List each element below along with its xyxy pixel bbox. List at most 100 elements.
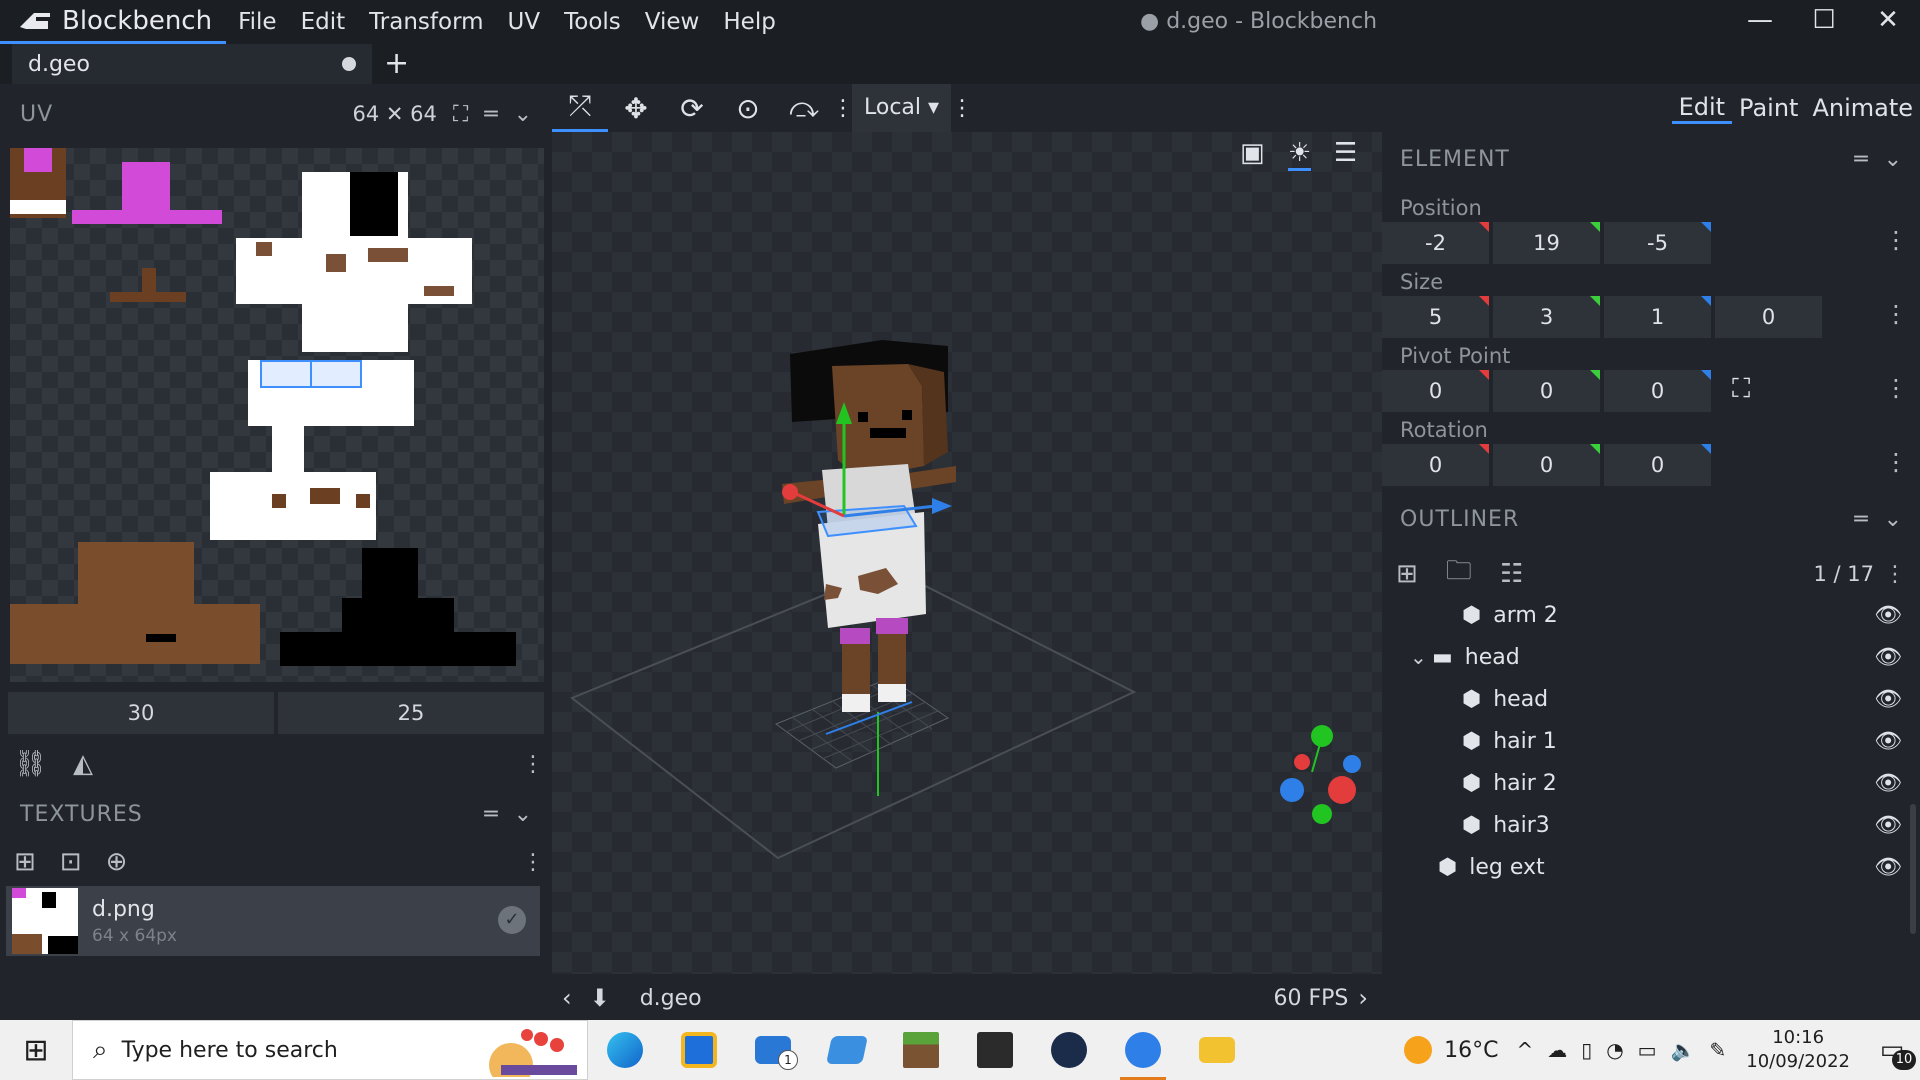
outliner-group[interactable]: ⌄ ▬ head 👁 — [1382, 636, 1920, 678]
link-icon[interactable]: ⛓ — [14, 749, 47, 779]
chevron-down-icon[interactable]: ⌄ — [1884, 147, 1902, 172]
more-options-icon[interactable]: ⋮ — [1884, 300, 1908, 328]
unsaved-dot-icon[interactable] — [342, 57, 356, 71]
taskbar-blockbench[interactable] — [1106, 1020, 1180, 1080]
onedrive-icon[interactable]: ☁ — [1547, 1038, 1567, 1062]
menu-view[interactable]: View — [633, 9, 712, 35]
chevron-down-icon[interactable]: ⌄ — [1410, 645, 1432, 669]
add-cube-icon[interactable]: ⊞ — [1396, 559, 1418, 589]
outliner-item[interactable]: ⬢ hair 1 👁 — [1382, 720, 1920, 762]
volume-icon[interactable]: 🔈 — [1671, 1038, 1696, 1062]
texture-grid-icon[interactable]: ⊕ — [106, 847, 128, 877]
mode-paint[interactable]: Paint — [1732, 94, 1805, 122]
brand[interactable]: Blockbench — [0, 0, 227, 44]
visibility-eye-icon[interactable]: 👁 — [1874, 645, 1902, 670]
panel-menu-icon[interactable]: ═ — [484, 102, 497, 127]
chevron-left-icon[interactable]: ‹ — [562, 984, 572, 1012]
panel-menu-icon[interactable]: ═ — [484, 802, 497, 827]
more-options-icon[interactable]: ⋮ — [522, 850, 544, 875]
visibility-eye-icon[interactable]: 👁 — [1874, 855, 1902, 880]
outliner-item[interactable]: ⬢ head 👁 — [1382, 678, 1920, 720]
windows-start-icon[interactable]: ⊞ — [0, 1020, 72, 1080]
more-options-icon[interactable]: ⋮ — [522, 752, 544, 777]
fullscreen-icon[interactable]: ⛶ — [453, 102, 468, 127]
taskbar-edge[interactable] — [588, 1020, 662, 1080]
move-pivot-tool-icon[interactable]: ⤱ — [552, 84, 608, 132]
menu-file[interactable]: File — [226, 9, 289, 35]
more-options-icon[interactable]: ⋮ — [1884, 448, 1908, 476]
transform-space-select[interactable]: Local ▾ — [852, 84, 952, 132]
more-options-icon[interactable]: ⋮ — [951, 96, 973, 121]
new-tab-button[interactable]: + — [384, 46, 409, 81]
panel-menu-icon[interactable]: ═ — [1854, 507, 1867, 532]
taskbar-store[interactable] — [662, 1020, 736, 1080]
chevron-down-icon[interactable]: ⌄ — [1884, 507, 1902, 532]
wifi-icon[interactable]: ◔ — [1606, 1038, 1623, 1062]
rotate-tool-icon[interactable]: ⟳ — [664, 92, 720, 125]
size-z-input[interactable]: 1 — [1604, 296, 1711, 338]
chevron-right-icon[interactable]: › — [1358, 984, 1368, 1012]
panel-menu-icon[interactable]: ═ — [1854, 147, 1867, 172]
more-options-icon[interactable]: ⋮ — [1884, 374, 1908, 402]
menu-transform[interactable]: Transform — [357, 9, 495, 35]
pivot-tool-icon[interactable]: ⊙ — [720, 92, 776, 125]
outliner-item[interactable]: ⬢ hair3 👁 — [1382, 804, 1920, 846]
import-texture-icon[interactable]: ⊡ — [60, 847, 82, 877]
position-y-input[interactable]: 19 — [1493, 222, 1600, 264]
collapse-all-icon[interactable]: ☷ — [1500, 559, 1523, 589]
visibility-eye-icon[interactable]: 👁 — [1874, 729, 1902, 754]
minimize-icon[interactable]: — — [1728, 0, 1792, 44]
maximize-icon[interactable]: ☐ — [1792, 0, 1856, 44]
menu-tools[interactable]: Tools — [552, 9, 633, 35]
chevron-down-icon[interactable]: ⌄ — [514, 102, 532, 127]
visibility-eye-icon[interactable]: 👁 — [1874, 813, 1902, 838]
more-options-icon[interactable]: ⋮ — [832, 96, 854, 121]
center-pivot-icon[interactable]: ⛶ — [1732, 374, 1750, 405]
outliner-item[interactable]: ⬢ leg ext 👁 — [1382, 846, 1920, 888]
visibility-eye-icon[interactable]: 👁 — [1874, 687, 1902, 712]
mirror-icon[interactable]: ◭ — [73, 749, 93, 779]
move-tool-icon[interactable]: ✥ — [608, 92, 664, 125]
taskbar-roblox[interactable] — [810, 1020, 884, 1080]
inflate-input[interactable]: 0 — [1715, 296, 1822, 338]
3d-viewport[interactable]: ▣ ☀ ☰ — [552, 132, 1382, 974]
taskbar-search[interactable]: ⌕ Type here to search — [72, 1020, 588, 1080]
add-texture-icon[interactable]: ⊞ — [14, 847, 36, 877]
rotation-x-input[interactable]: 0 — [1382, 444, 1489, 486]
chevron-down-icon[interactable]: ⌄ — [514, 802, 532, 827]
mode-edit[interactable]: Edit — [1671, 93, 1733, 124]
device-icon[interactable]: ▯ — [1581, 1038, 1592, 1062]
taskbar-steam[interactable] — [1032, 1020, 1106, 1080]
menu-help[interactable]: Help — [711, 9, 787, 35]
uv-selected-face-2[interactable] — [310, 360, 362, 388]
size-x-input[interactable]: 5 — [1382, 296, 1489, 338]
notification-icon[interactable]: ▭ 10 — [1872, 1030, 1916, 1070]
pivot-y-input[interactable]: 0 — [1493, 370, 1600, 412]
uv-size-label[interactable]: 64 ✕ 64 — [353, 102, 437, 126]
battery-icon[interactable]: ▭ — [1638, 1038, 1657, 1062]
pen-icon[interactable]: ✎ — [1709, 1038, 1726, 1062]
pivot-z-input[interactable]: 0 — [1604, 370, 1711, 412]
outliner-scrollbar[interactable] — [1910, 804, 1916, 934]
taskbar-file-explorer[interactable] — [1180, 1020, 1254, 1080]
rotation-z-input[interactable]: 0 — [1604, 444, 1711, 486]
taskbar-clock[interactable]: 10:16 10/09/2022 — [1746, 1026, 1850, 1074]
position-z-input[interactable]: -5 — [1604, 222, 1711, 264]
pivot-x-input[interactable]: 0 — [1382, 370, 1489, 412]
texture-item[interactable]: d.png 64 x 64px ✓ — [6, 886, 540, 956]
size-y-input[interactable]: 3 — [1493, 296, 1600, 338]
add-group-icon[interactable]: 🗀 — [1446, 552, 1472, 596]
weather-temperature[interactable]: 16°C — [1444, 1038, 1498, 1063]
menu-edit[interactable]: Edit — [289, 9, 358, 35]
check-icon[interactable]: ✓ — [498, 906, 526, 934]
visibility-eye-icon[interactable]: 👁 — [1874, 771, 1902, 796]
taskbar-mail[interactable]: 1 — [736, 1020, 810, 1080]
taskbar-minecraft[interactable] — [884, 1020, 958, 1080]
chevron-up-icon[interactable]: ^ — [1516, 1038, 1533, 1062]
mode-animate[interactable]: Animate — [1805, 94, 1920, 122]
uv-y-field[interactable]: 25 — [278, 692, 544, 734]
menu-uv[interactable]: UV — [496, 9, 553, 35]
visibility-eye-icon[interactable]: 👁 — [1874, 603, 1902, 628]
more-options-icon[interactable]: ⋮ — [1884, 226, 1908, 254]
more-options-icon[interactable]: ⋮ — [1884, 562, 1906, 587]
